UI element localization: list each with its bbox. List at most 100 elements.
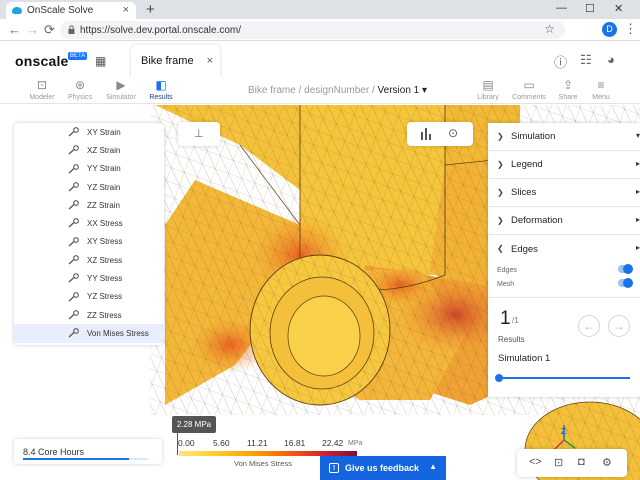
minimize-window-icon[interactable]: — (556, 2, 567, 14)
bar-chart-icon[interactable] (420, 127, 432, 140)
result-list-item[interactable]: YY Strain (14, 160, 164, 178)
result-list-item[interactable]: ZZ Strain (14, 196, 164, 214)
mesh-toggle-label: Mesh (497, 280, 515, 288)
back-arrow-icon[interactable]: ← (8, 22, 21, 37)
maximize-window-icon[interactable]: ☐ (585, 2, 595, 15)
result-list-item[interactable]: XZ Stress (14, 251, 164, 269)
time-slider[interactable] (495, 374, 630, 382)
forward-arrow-icon[interactable]: → (26, 22, 39, 37)
result-list-label: YZ Stress (87, 292, 123, 302)
apps-grid-icon[interactable]: ▦ (95, 54, 106, 68)
camera-fit-icon[interactable]: ⊙ (448, 126, 458, 140)
gear-icon[interactable]: ⚙ (602, 456, 612, 469)
project-tab-title: Bike frame (141, 55, 194, 67)
arrow-right-icon: ▸ (635, 243, 640, 252)
modeler-label: Modeler (29, 94, 55, 101)
chevron-down-icon[interactable]: ▾ (422, 85, 427, 96)
result-list: XY Strain XZ Strain YY Strain YZ Strain ZZ S… (14, 123, 164, 343)
close-project-tab-icon[interactable]: × (207, 55, 213, 67)
settings-sliders-icon[interactable]: ☷ (580, 52, 596, 68)
next-result-button[interactable]: → (608, 315, 630, 337)
edges-toggle-label: Edges (497, 266, 517, 274)
result-list-label: ZZ Strain (87, 200, 120, 210)
modeler-button[interactable]: ⊡ Modeler (21, 77, 63, 101)
right-panel: ❯ Simulation ▾ ❯ Legend ▸ ❯ Slices ▸ ❯ Deformat… (488, 123, 640, 397)
legend-tick: 22.42 (322, 438, 344, 448)
account-icon[interactable]: ◕ (607, 52, 623, 68)
prev-result-button[interactable]: ← (578, 315, 600, 337)
breadcrumb-design[interactable]: designNumber (304, 85, 369, 96)
url-field[interactable]: https://solve.dev.portal.onscale.com/ ☆ (60, 21, 565, 39)
library-button[interactable]: ▤ Library (467, 77, 509, 101)
result-list-item[interactable]: YZ Strain (14, 178, 164, 196)
result-list-label: XZ Stress (87, 255, 123, 265)
section-label: Deformation (511, 215, 563, 226)
result-total: /1 (512, 316, 519, 325)
pin-button[interactable]: ⊥ (178, 122, 220, 146)
version-dropdown[interactable]: Version 1 (378, 85, 420, 96)
close-tab-icon[interactable]: × (123, 4, 129, 16)
reload-icon[interactable]: ⟳ (44, 22, 55, 38)
wrench-icon (68, 127, 79, 137)
core-hours-text: 8.4 Core Hours (23, 447, 85, 457)
result-list-item[interactable]: XY Strain (14, 123, 164, 141)
fit-view-icon[interactable]: ⊡ (554, 456, 563, 469)
comments-button[interactable]: ▭ Comments (508, 77, 550, 101)
result-list-item[interactable]: XZ Strain (14, 141, 164, 159)
arrow-right-icon: ▾ (635, 131, 640, 140)
chevron-right-icon: ❯ (497, 132, 504, 141)
result-list-label: ZZ Stress (87, 310, 122, 320)
wrench-icon (68, 163, 79, 174)
bookmark-star-icon[interactable]: ☆ (544, 22, 555, 36)
new-tab-button[interactable]: + (146, 1, 155, 18)
divider (488, 297, 640, 298)
project-tab[interactable]: Bike frame × (131, 45, 220, 77)
browser-menu-icon[interactable]: ⋮ (624, 21, 637, 37)
share-label: Share (558, 94, 578, 101)
give-feedback-button[interactable]: ! Give us feedback ▲ (320, 456, 446, 480)
result-list-item[interactable]: ZZ Stress (14, 306, 164, 324)
result-list-item[interactable]: Von Mises Stress (14, 324, 164, 343)
result-list-item[interactable]: XY Stress (14, 233, 164, 251)
code-view-icon[interactable]: <> (529, 456, 542, 468)
result-list-item[interactable]: XX Stress (14, 214, 164, 232)
section-label: Legend (511, 159, 543, 170)
browser-tab[interactable]: OnScale Solve × (6, 2, 136, 19)
wrench-icon (68, 291, 79, 302)
library-icon: ▤ (482, 78, 494, 92)
physics-button[interactable]: ⊛ Physics (59, 77, 101, 101)
feedback-label: Give us feedback (345, 463, 420, 473)
menu-button[interactable]: ≡ Menu (580, 77, 622, 101)
section-simulation[interactable]: ❯ Simulation ▾ (488, 123, 640, 151)
section-deformation[interactable]: ❯ Deformation ▸ (488, 207, 640, 235)
result-list-item[interactable]: YZ Stress (14, 288, 164, 306)
mesh-toggle-row: Mesh (488, 277, 640, 291)
profile-avatar[interactable]: D (602, 22, 617, 37)
result-list-label: XX Stress (87, 219, 123, 229)
section-label: Slices (511, 187, 537, 198)
mesh-toggle[interactable] (618, 278, 633, 288)
section-slices[interactable]: ❯ Slices ▸ (488, 179, 640, 207)
screenshot-camera-icon[interactable]: ◘ (578, 456, 585, 468)
browser-tabstrip: OnScale Solve × + — ☐ ✕ (0, 0, 640, 19)
onscale-logo[interactable]: onscale (15, 53, 69, 69)
edges-toggle-row: Edges (488, 263, 640, 277)
results-button[interactable]: ◧ Results (140, 77, 182, 101)
result-list-item[interactable]: YY Stress (14, 269, 164, 287)
close-window-icon[interactable]: ✕ (614, 2, 623, 15)
wrench-icon (68, 255, 79, 265)
slider-knob[interactable] (495, 374, 503, 382)
result-index: 1 (500, 308, 511, 329)
section-edges[interactable]: ❮ Edges ▸ (488, 235, 640, 263)
toolbar: ⊡ Modeler ⊛ Physics ▶ Simulator ◧ Results Bi… (0, 77, 640, 104)
help-icon[interactable]: ⓘ (554, 52, 570, 70)
edges-toggle[interactable] (618, 264, 633, 274)
section-legend[interactable]: ❯ Legend ▸ (488, 151, 640, 179)
onscale-favicon-icon (12, 7, 22, 14)
breadcrumb: Bike frame / designNumber / Version 1 ▾ (248, 85, 427, 96)
wrench-icon (68, 182, 79, 192)
chevron-right-icon: ❯ (497, 188, 504, 197)
simulator-button[interactable]: ▶ Simulator (100, 77, 142, 101)
core-hours-bar (23, 458, 130, 460)
breadcrumb-project[interactable]: Bike frame (248, 85, 296, 96)
